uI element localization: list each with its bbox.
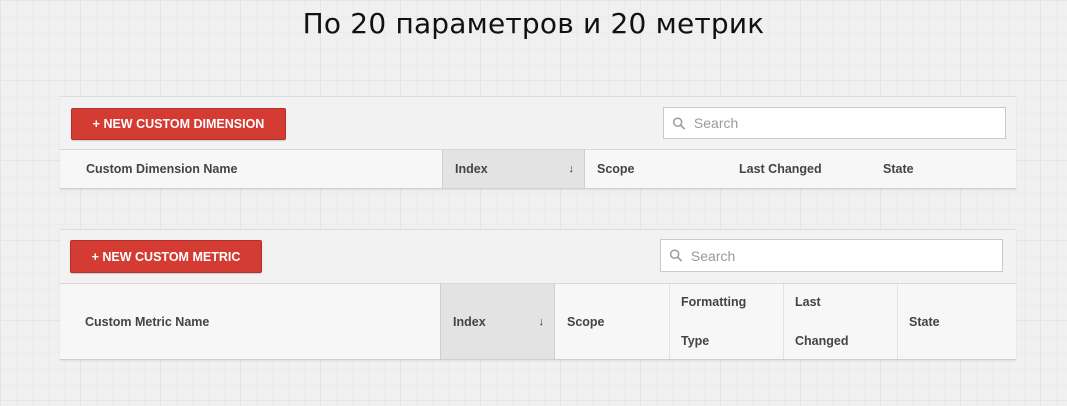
column-divider	[669, 284, 670, 359]
column-divider	[783, 284, 784, 359]
sort-down-arrow-icon: ↓	[568, 163, 575, 175]
column-divider	[897, 284, 898, 359]
sort-down-arrow-icon: ↓	[538, 315, 545, 328]
new-custom-metric-button[interactable]: + NEW CUSTOM METRIC	[70, 240, 262, 273]
dimensions-search-input[interactable]	[691, 114, 1005, 132]
dimensions-header-row: Custom Dimension Name Index ↓ Scope Last…	[60, 149, 1016, 189]
column-last-changed[interactable]: Last Changed	[795, 284, 895, 359]
custom-metrics-panel: + NEW CUSTOM METRIC Custom Metric Name I…	[60, 229, 1016, 360]
column-custom-dimension-name[interactable]: Custom Dimension Name	[86, 150, 386, 188]
search-icon	[669, 249, 683, 262]
slide-title: По 20 параметров и 20 метрик	[302, 7, 765, 40]
column-custom-metric-name[interactable]: Custom Metric Name	[85, 284, 385, 359]
metrics-header-row: Custom Metric Name Index ↓ Scope Formatt…	[60, 283, 1016, 360]
dimensions-search-field[interactable]	[663, 107, 1006, 139]
metrics-search-input[interactable]	[688, 246, 1002, 265]
new-custom-dimension-label: + NEW CUSTOM DIMENSION	[92, 117, 265, 131]
search-icon	[672, 116, 686, 130]
column-scope[interactable]: Scope	[597, 150, 717, 188]
new-custom-dimension-button[interactable]: + NEW CUSTOM DIMENSION	[71, 108, 286, 140]
custom-dimensions-panel: + NEW CUSTOM DIMENSION Custom Dimension …	[60, 96, 1016, 189]
new-custom-metric-label: + NEW CUSTOM METRIC	[91, 249, 241, 264]
column-state[interactable]: State	[883, 150, 993, 188]
column-formatting-type[interactable]: Formatting Type	[681, 284, 781, 359]
column-state[interactable]: State	[909, 284, 999, 359]
column-index-sorted[interactable]: Index ↓	[440, 284, 555, 359]
column-index-sorted[interactable]: Index ↓	[442, 150, 585, 188]
metrics-search-field[interactable]	[660, 239, 1003, 272]
column-last-changed[interactable]: Last Changed	[739, 150, 869, 188]
column-scope[interactable]: Scope	[567, 284, 667, 359]
